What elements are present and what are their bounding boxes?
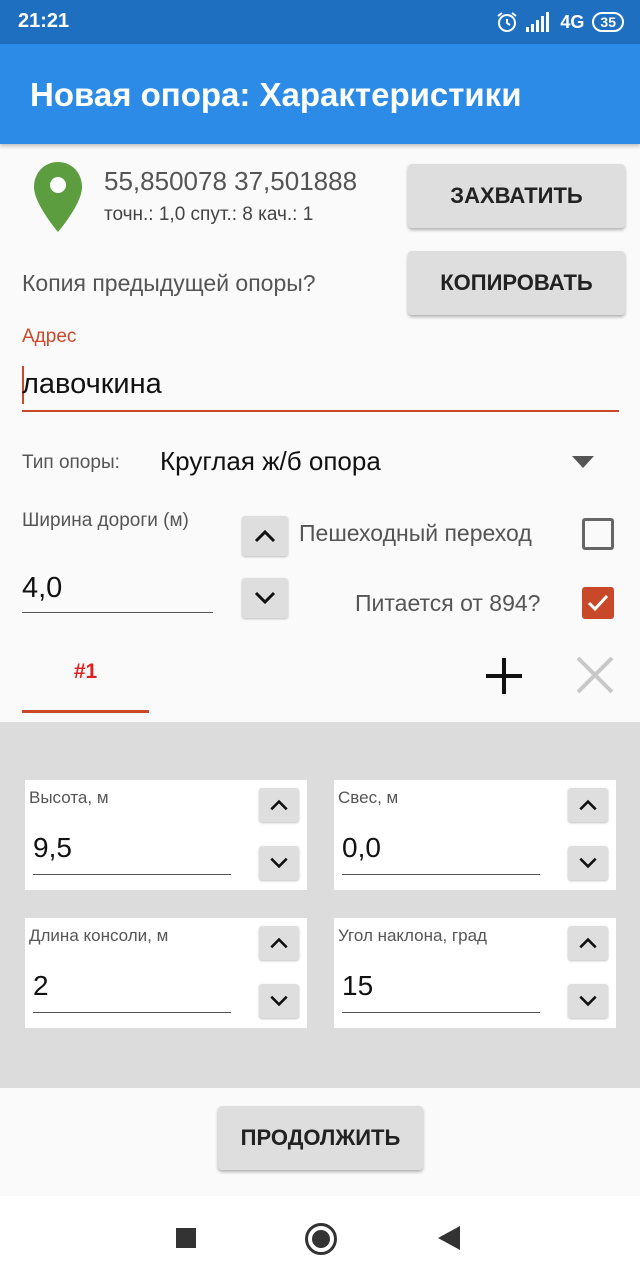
navigation-bar bbox=[0, 1196, 640, 1280]
address-underline bbox=[22, 410, 619, 412]
console-length-label: Длина консоли, м bbox=[29, 926, 169, 945]
height-input[interactable]: 9,5 bbox=[33, 832, 72, 864]
crosswalk-label: Пешеходный переход bbox=[299, 520, 532, 546]
console-length-field-card: Длина консоли, м 2 bbox=[25, 918, 307, 1028]
home-icon-dot bbox=[312, 1230, 330, 1248]
height-field-card: Высота, м 9,5 bbox=[25, 780, 307, 890]
home-icon[interactable] bbox=[305, 1223, 337, 1255]
powered-checkbox[interactable] bbox=[582, 587, 614, 619]
page-title: Новая опора: Характеристики bbox=[30, 76, 522, 113]
dropdown-arrow-icon[interactable] bbox=[572, 456, 594, 468]
tab-indicator bbox=[22, 710, 149, 713]
close-tab-icon[interactable] bbox=[576, 656, 614, 694]
overhang-label: Свес, м bbox=[338, 788, 399, 807]
gps-coordinates: 55,850078 37,501888 bbox=[104, 166, 358, 196]
chevron-down-icon bbox=[579, 857, 597, 869]
tilt-angle-increase-button[interactable] bbox=[568, 926, 608, 960]
console-length-decrease-button[interactable] bbox=[259, 984, 299, 1018]
address-label: Адрес bbox=[22, 326, 77, 347]
gps-accuracy-info: точн.: 1,0 спут.: 8 кач.: 1 bbox=[104, 204, 314, 225]
back-icon[interactable] bbox=[438, 1226, 460, 1250]
chevron-down-icon bbox=[254, 591, 276, 605]
chevron-up-icon bbox=[270, 799, 288, 811]
road-width-decrease-button[interactable] bbox=[242, 578, 288, 618]
parameters-panel bbox=[0, 722, 640, 1088]
chevron-up-icon bbox=[579, 937, 597, 949]
chevron-down-icon bbox=[270, 857, 288, 869]
overhang-input[interactable]: 0,0 bbox=[342, 832, 381, 864]
copy-button[interactable]: КОПИРОВАТЬ bbox=[408, 251, 625, 315]
console-length-input[interactable]: 2 bbox=[33, 970, 49, 1002]
continue-button[interactable]: ПРОДОЛЖИТЬ bbox=[218, 1106, 423, 1170]
copy-question: Копия предыдущей опоры? bbox=[22, 270, 316, 296]
alarm-icon bbox=[497, 12, 518, 32]
height-label: Высота, м bbox=[29, 788, 109, 807]
road-width-underline bbox=[22, 612, 213, 613]
app-bar: Новая опора: Характеристики bbox=[0, 44, 640, 144]
road-width-input[interactable]: 4,0 bbox=[22, 572, 62, 605]
height-decrease-button[interactable] bbox=[259, 846, 299, 880]
battery-icon: 35 bbox=[592, 12, 624, 32]
checkmark-icon bbox=[587, 594, 609, 612]
address-input[interactable]: лавочкина bbox=[22, 368, 162, 401]
console-length-increase-button[interactable] bbox=[259, 926, 299, 960]
tab-1[interactable]: #1 bbox=[22, 640, 149, 714]
recent-apps-icon[interactable] bbox=[176, 1228, 196, 1248]
height-underline bbox=[33, 874, 231, 875]
console-length-underline bbox=[33, 1012, 231, 1013]
tilt-angle-input[interactable]: 15 bbox=[342, 970, 373, 1002]
network-type: 4G bbox=[560, 11, 585, 32]
tab-label: #1 bbox=[73, 660, 98, 683]
road-width-increase-button[interactable] bbox=[242, 516, 288, 556]
chevron-up-icon bbox=[254, 529, 276, 543]
status-icons: 4G 35 bbox=[496, 8, 624, 36]
chevron-up-icon bbox=[579, 799, 597, 811]
tilt-angle-label: Угол наклона, град bbox=[338, 926, 487, 945]
road-width-label: Ширина дороги (м) bbox=[22, 510, 189, 531]
chevron-up-icon bbox=[270, 937, 288, 949]
tilt-angle-underline bbox=[342, 1012, 540, 1013]
height-increase-button[interactable] bbox=[259, 788, 299, 822]
add-tab-icon[interactable] bbox=[484, 656, 524, 696]
status-time: 21:21 bbox=[18, 10, 70, 32]
status-bar: 21:21 4G 35 bbox=[0, 0, 640, 44]
overhang-increase-button[interactable] bbox=[568, 788, 608, 822]
capture-button[interactable]: ЗАХВАТИТЬ bbox=[408, 164, 625, 228]
tilt-angle-field-card: Угол наклона, град 15 bbox=[334, 918, 616, 1028]
signal-icon bbox=[526, 12, 550, 32]
chevron-down-icon bbox=[579, 995, 597, 1007]
location-pin-icon bbox=[34, 162, 82, 232]
overhang-underline bbox=[342, 874, 540, 875]
overhang-decrease-button[interactable] bbox=[568, 846, 608, 880]
chevron-down-icon bbox=[270, 995, 288, 1007]
overhang-field-card: Свес, м 0,0 bbox=[334, 780, 616, 890]
pole-type-label: Тип опоры: bbox=[22, 452, 120, 473]
pole-type-select[interactable]: Круглая ж/б опора bbox=[160, 446, 381, 477]
powered-label: Питается от 894? bbox=[355, 590, 541, 616]
crosswalk-checkbox[interactable] bbox=[582, 518, 614, 550]
tilt-angle-decrease-button[interactable] bbox=[568, 984, 608, 1018]
